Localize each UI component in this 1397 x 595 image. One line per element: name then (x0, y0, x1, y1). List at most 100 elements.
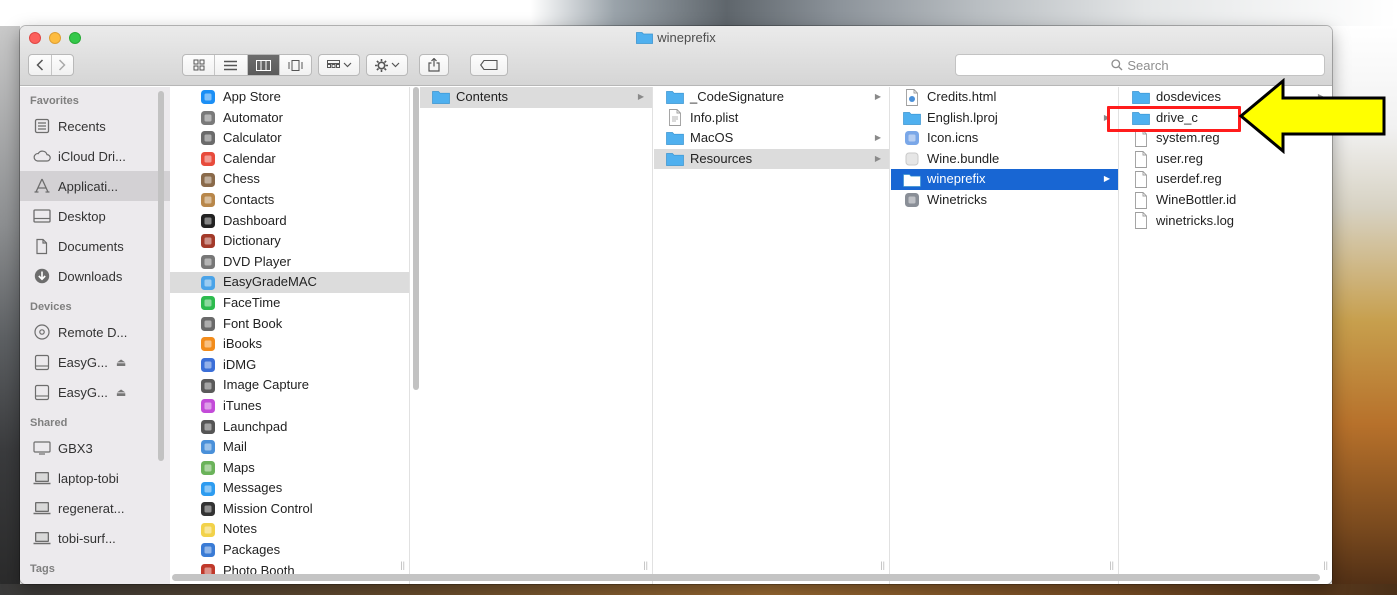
list-item[interactable]: Mail (170, 437, 409, 458)
app-icon (201, 440, 215, 455)
back-button[interactable] (29, 55, 51, 75)
list-item-icon (903, 130, 921, 146)
icon-view-button[interactable] (183, 55, 214, 75)
list-item[interactable]: _CodeSignature ▶ (654, 87, 889, 108)
forward-button[interactable] (50, 55, 73, 75)
list-item-label: iDMG (223, 356, 257, 372)
sidebar-item-label: tobi-surf... (58, 530, 116, 546)
list-item[interactable]: Winetricks (891, 190, 1118, 211)
document-icon (1135, 191, 1147, 209)
icon-grid-icon (193, 59, 205, 71)
column-resize-handle[interactable]: || (643, 560, 648, 570)
list-view-button[interactable] (214, 55, 246, 75)
sidebar-item-remote-disc[interactable]: Remote D... (20, 317, 170, 347)
list-item[interactable]: iTunes (170, 396, 409, 417)
list-item[interactable]: Credits.html (891, 87, 1118, 108)
sidebar-section-devices: Devices (30, 301, 72, 313)
list-item[interactable]: Calculator (170, 128, 409, 149)
list-item[interactable]: WineBottler.id (1120, 190, 1332, 211)
sidebar-item-label: Downloads (58, 268, 123, 284)
list-item[interactable]: winetricks.log (1120, 211, 1332, 232)
list-item[interactable]: App Store (170, 87, 409, 108)
sidebar-item-downloads[interactable]: Downloads (20, 261, 170, 291)
eject-icon[interactable]: ⏏ (116, 356, 126, 369)
list-item[interactable]: Chess (170, 169, 409, 190)
list-item-icon (1132, 150, 1150, 168)
search-field[interactable]: Search (955, 54, 1325, 76)
list-item[interactable]: FaceTime (170, 293, 409, 314)
sidebar-item-tobi-surf[interactable]: tobi-surf... (20, 523, 170, 553)
list-item[interactable]: MacOS ▶ (654, 128, 889, 149)
sidebar-item-documents[interactable]: Documents (20, 231, 170, 261)
list-item[interactable]: Messages (170, 478, 409, 499)
share-button[interactable] (419, 54, 449, 76)
list-item-label: Contents (456, 89, 509, 104)
list-item-icon (199, 357, 217, 373)
eject-icon[interactable]: ⏏ (116, 386, 126, 399)
list-item[interactable]: iDMG (170, 355, 409, 376)
list-item-icon (1132, 191, 1150, 209)
sidebar-item-label: GBX3 (58, 440, 93, 456)
list-item[interactable]: Contacts (170, 190, 409, 211)
list-item[interactable]: userdef.reg (1120, 169, 1332, 190)
column-resize-handle[interactable]: || (1323, 560, 1328, 570)
column-resize-handle[interactable]: || (1109, 560, 1114, 570)
sidebar-section-tags: Tags (30, 563, 55, 575)
column-scrollbar[interactable] (413, 87, 419, 390)
list-item[interactable]: Launchpad (170, 417, 409, 438)
list-item[interactable]: Wine.bundle (891, 149, 1118, 170)
sidebar-scrollbar[interactable] (158, 91, 164, 461)
list-item[interactable]: Dictionary (170, 231, 409, 252)
action-menu-button[interactable] (366, 54, 408, 76)
sidebar-item-applications[interactable]: Applicati... (20, 171, 170, 201)
list-item[interactable]: Packages (170, 540, 409, 561)
list-item[interactable]: Automator (170, 108, 409, 129)
list-item[interactable]: Calendar (170, 149, 409, 170)
sidebar-item-regenerat[interactable]: regenerat... (20, 493, 170, 523)
list-item[interactable]: Font Book (170, 314, 409, 335)
chevron-right-icon (59, 59, 67, 71)
column-resize-handle[interactable]: || (400, 560, 405, 570)
list-item[interactable]: Resources ▶ (654, 148, 889, 170)
sidebar-item-gbx3[interactable]: GBX3 (20, 433, 170, 463)
list-item[interactable]: Mission Control (170, 499, 409, 520)
disclosure-arrow-icon: ▶ (637, 92, 644, 101)
list-item-label: user.reg (1156, 150, 1203, 166)
sidebar-item-laptop-tobi[interactable]: laptop-tobi (20, 463, 170, 493)
sidebar-item-recents[interactable]: Recents (20, 111, 170, 141)
horizontal-scrollbar[interactable] (172, 574, 1320, 581)
list-item[interactable]: Contents ▶ (420, 87, 652, 108)
sidebar-item-easygrade-2[interactable]: EasyG... ⏏ (20, 377, 170, 407)
column-view-button[interactable] (246, 55, 279, 75)
list-item-icon (199, 542, 217, 558)
column-resize-handle[interactable]: || (880, 560, 885, 570)
list-item[interactable]: Maps (170, 458, 409, 479)
list-item-label: Packages (223, 542, 281, 558)
list-item-icon (199, 439, 217, 455)
disclosure-arrow-icon: ▶ (874, 133, 881, 143)
list-item-label: Maps (223, 459, 255, 475)
app-icon (201, 378, 215, 393)
arrange-menu-button[interactable] (318, 54, 360, 76)
list-item-label: userdef.reg (1156, 171, 1222, 187)
list-item[interactable]: Notes (170, 519, 409, 540)
sidebar-item-desktop[interactable]: Desktop (20, 201, 170, 231)
list-item[interactable]: iBooks (170, 334, 409, 355)
list-item[interactable]: DVD Player (170, 252, 409, 273)
list-item[interactable]: Image Capture (170, 375, 409, 396)
list-item[interactable]: Dashboard (170, 211, 409, 232)
list-item-label: Mission Control (223, 500, 313, 516)
edit-tags-button[interactable] (470, 54, 508, 76)
list-item[interactable]: EasyGradeMAC (170, 272, 409, 293)
sidebar-item-easygrade-1[interactable]: EasyG... ⏏ (20, 347, 170, 377)
list-item[interactable]: Info.plist (654, 108, 889, 129)
list-item-label: WineBottler.id (1156, 191, 1237, 207)
list-item-icon (199, 501, 217, 517)
sidebar-item-icloud-drive[interactable]: iCloud Dri... (20, 141, 170, 171)
folder-icon (903, 112, 921, 125)
list-item[interactable]: Icon.icns (891, 128, 1118, 149)
gallery-view-button[interactable] (278, 55, 311, 75)
list-item[interactable]: wineprefix ▶ (891, 169, 1118, 190)
list-item[interactable]: English.lproj ▶ (891, 108, 1118, 129)
computer-icon (33, 502, 51, 515)
